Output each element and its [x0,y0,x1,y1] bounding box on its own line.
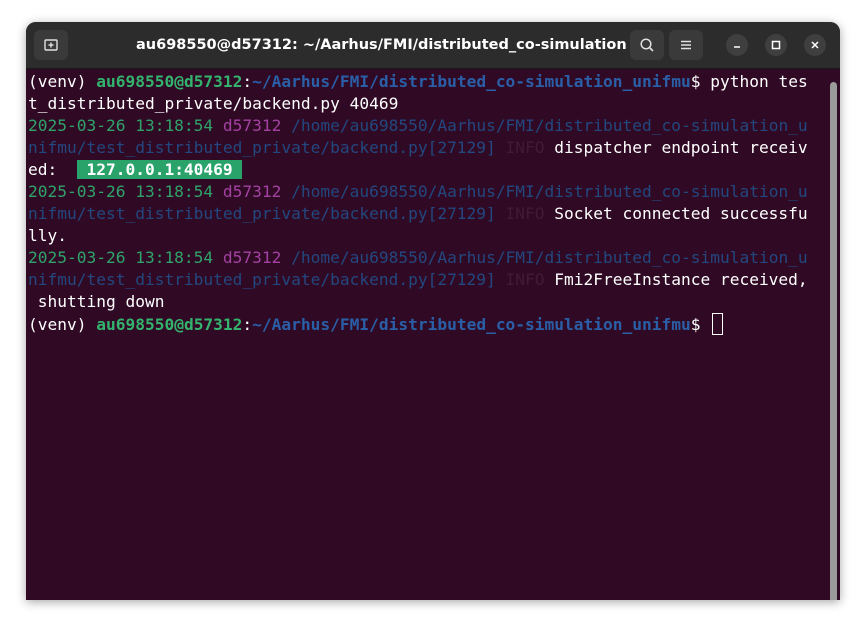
log-message-cont: ed: [28,160,77,179]
log-level: INFO [505,204,555,223]
hamburger-menu-icon [681,40,691,50]
log-host: d57312 [222,248,292,267]
log-host: d57312 [222,116,292,135]
log-entry-3-wrap-2: shutting down [28,291,165,313]
minimize-icon [734,46,740,48]
terminal-output[interactable]: (venv) au698550@d57312:~/Aarhus/FMI/dist… [26,69,840,600]
log-path-cont: nifmu/test_distributed_private/backend.p… [28,270,506,289]
log-path: /home/au698550/Aarhus/FMI/distributed_co… [291,116,808,135]
search-button[interactable] [630,30,664,60]
close-icon [811,41,819,49]
log-message-cont: shutting down [28,292,165,311]
command-line-wrap: t_distributed_private/backend.py 40469 [28,93,398,115]
log-entry-1: 2025-03-26 13:18:54 d57312 /home/au69855… [28,115,808,137]
prompt-dollar: $ [690,72,711,91]
log-path-cont: nifmu/test_distributed_private/backend.p… [28,204,506,223]
log-path: /home/au698550/Aarhus/FMI/distributed_co… [291,182,808,201]
log-timestamp: 2025-03-26 13:18:54 [28,248,223,267]
menu-button[interactable] [669,30,703,60]
log-timestamp: 2025-03-26 13:18:54 [28,182,223,201]
prompt-line: (venv) au698550@d57312:~/Aarhus/FMI/dist… [28,313,724,335]
venv-label: (venv) [28,72,97,91]
command-text-cont: t_distributed_private/backend.py 40469 [28,94,399,113]
log-entry-2-wrap: nifmu/test_distributed_private/backend.p… [28,203,808,225]
prompt-colon: : [242,315,253,334]
command-line: (venv) au698550@d57312:~/Aarhus/FMI/dist… [28,71,808,93]
venv-label: (venv) [28,315,97,334]
log-entry-1-wrap: nifmu/test_distributed_private/backend.p… [28,137,808,159]
minimize-button[interactable] [726,34,748,56]
command-text: python tes [710,72,808,91]
prompt-path: ~/Aarhus/FMI/distributed_co-simulation_u… [252,315,691,334]
prompt-path: ~/Aarhus/FMI/distributed_co-simulation_u… [252,72,691,91]
log-entry-2: 2025-03-26 13:18:54 d57312 /home/au69855… [28,181,808,203]
maximize-button[interactable] [765,34,787,56]
prompt-dollar: $ [690,315,711,334]
close-button[interactable] [804,34,826,56]
log-timestamp: 2025-03-26 13:18:54 [28,116,223,135]
log-entry-3-wrap: nifmu/test_distributed_private/backend.p… [28,269,808,291]
window-title: au698550@d57312: ~/Aarhus/FMI/distribute… [136,37,626,53]
text-cursor[interactable] [712,313,724,335]
log-message: dispatcher endpoint receiv [554,138,808,157]
log-message-cont: lly. [28,226,67,245]
search-icon [640,38,654,52]
maximize-icon [771,40,781,50]
log-level: INFO [505,138,555,157]
terminal-window: au698550@d57312: ~/Aarhus/FMI/distribute… [26,22,840,600]
prompt-colon: : [242,72,253,91]
endpoint-highlight: 127.0.0.1:40469 [76,160,243,179]
log-message: Socket connected successfu [554,204,808,223]
log-path-cont: nifmu/test_distributed_private/backend.p… [28,138,506,157]
title-bar: au698550@d57312: ~/Aarhus/FMI/distribute… [26,22,840,69]
log-path: /home/au698550/Aarhus/FMI/distributed_co… [291,248,808,267]
prompt-user-host: au698550@d57312 [96,315,243,334]
new-tab-icon [44,39,58,51]
new-tab-button[interactable] [34,30,68,60]
log-entry-3: 2025-03-26 13:18:54 d57312 /home/au69855… [28,247,808,269]
log-message: Fmi2FreeInstance received, [554,270,808,289]
log-host: d57312 [222,182,292,201]
log-level: INFO [505,270,555,289]
scrollbar[interactable] [830,82,837,600]
prompt-user-host: au698550@d57312 [96,72,243,91]
log-entry-2-wrap-2: lly. [28,225,67,247]
log-entry-1-wrap-2: ed: 127.0.0.1:40469 [28,159,243,181]
